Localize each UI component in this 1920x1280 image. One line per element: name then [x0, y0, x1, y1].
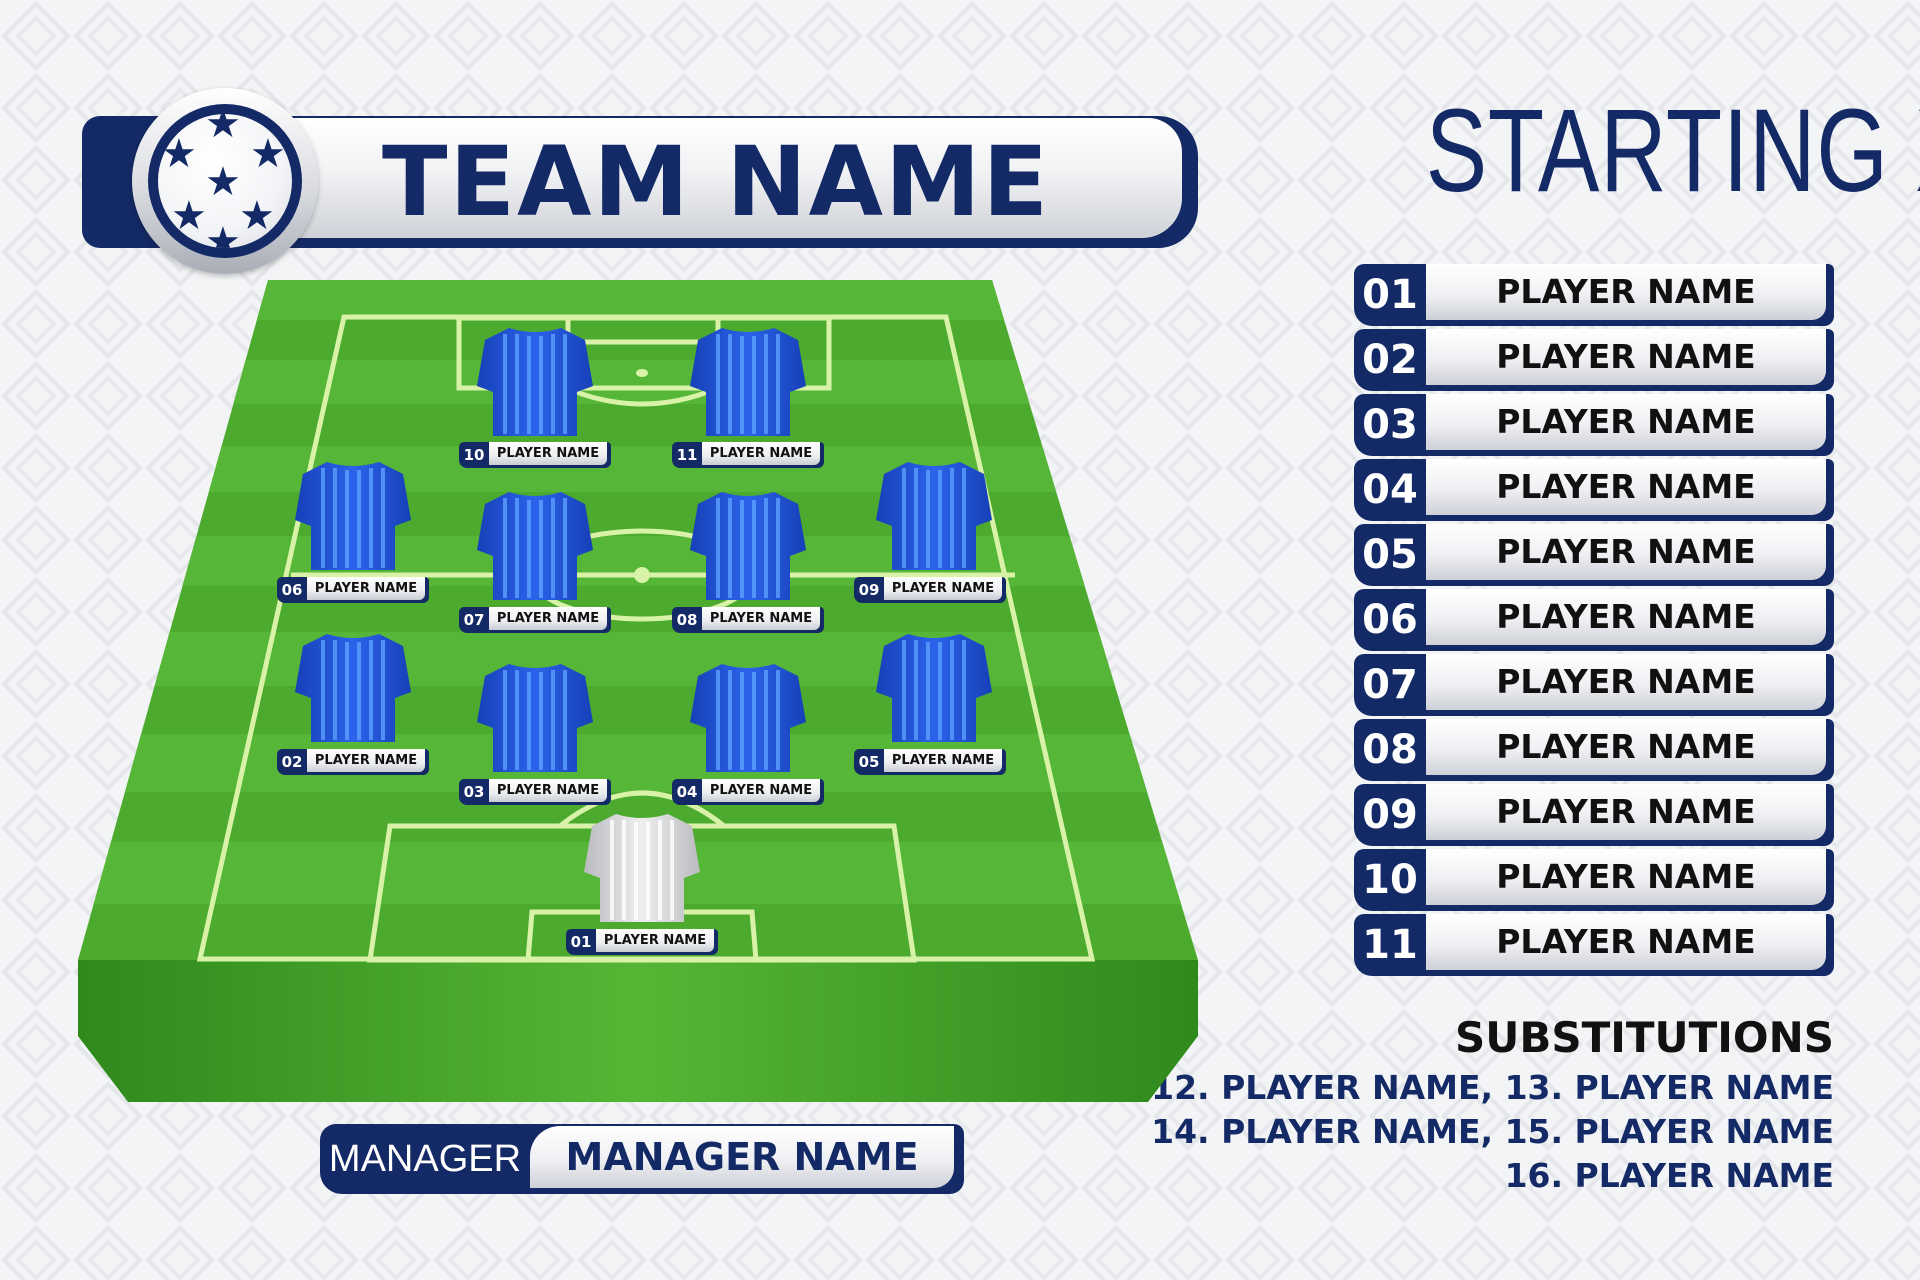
player-number: 11	[676, 446, 698, 464]
pitch-front-face	[78, 960, 1198, 1102]
pitch-player-label: 08 PLAYER NAME	[672, 607, 824, 633]
player-name: PLAYER NAME	[891, 753, 995, 768]
manager-banner: MANAGER MANAGER NAME	[320, 1124, 964, 1194]
player-name: PLAYER NAME	[709, 611, 813, 626]
jersey-p11	[690, 328, 806, 436]
pitch-player-label: 09 PLAYER NAME	[854, 577, 1006, 603]
player-name: PLAYER NAME	[603, 933, 707, 948]
jersey-p03	[477, 664, 593, 772]
player-name: PLAYER NAME	[314, 753, 418, 768]
jersey-p02	[295, 634, 411, 742]
player-number: 02	[281, 753, 303, 771]
pitch-player-label: 06 PLAYER NAME	[277, 577, 429, 603]
player-number: 01	[570, 933, 592, 951]
jersey-p06	[295, 462, 411, 570]
jersey-p04	[690, 664, 806, 772]
player-name: PLAYER NAME	[314, 581, 418, 596]
football-pitch	[78, 280, 1198, 1102]
jersey-p09	[876, 462, 992, 570]
player-name: PLAYER NAME	[709, 783, 813, 798]
jersey-p01-goalkeeper	[584, 814, 700, 922]
pitch-player-label: 02 PLAYER NAME	[277, 749, 429, 775]
player-name: PLAYER NAME	[496, 446, 600, 461]
pitch-player-label: 11 PLAYER NAME	[672, 442, 824, 468]
player-number: 08	[676, 611, 698, 629]
pitch-player-label: 10 PLAYER NAME	[459, 442, 611, 468]
player-number: 03	[463, 783, 485, 801]
jersey-p08	[690, 492, 806, 600]
pitch-player-label: 07 PLAYER NAME	[459, 607, 611, 633]
jersey-p10	[477, 328, 593, 436]
pitch-player-label: 01 PLAYER NAME	[566, 929, 718, 955]
player-name: PLAYER NAME	[709, 446, 813, 461]
player-number: 10	[463, 446, 485, 464]
player-number: 05	[858, 753, 880, 771]
pitch-player-label: 03 PLAYER NAME	[459, 779, 611, 805]
player-number: 06	[281, 581, 303, 599]
jersey-p07	[477, 492, 593, 600]
player-number: 04	[676, 783, 698, 801]
jersey-p05	[876, 634, 992, 742]
player-name: PLAYER NAME	[496, 783, 600, 798]
pitch-player-label: 04 PLAYER NAME	[672, 779, 824, 805]
manager-name: MANAGER NAME	[565, 1135, 919, 1179]
pitch-player-label: 05 PLAYER NAME	[854, 749, 1006, 775]
player-number: 07	[463, 611, 485, 629]
manager-label: MANAGER	[328, 1138, 522, 1180]
player-name: PLAYER NAME	[496, 611, 600, 626]
player-name: PLAYER NAME	[891, 581, 995, 596]
player-number: 09	[858, 581, 880, 599]
